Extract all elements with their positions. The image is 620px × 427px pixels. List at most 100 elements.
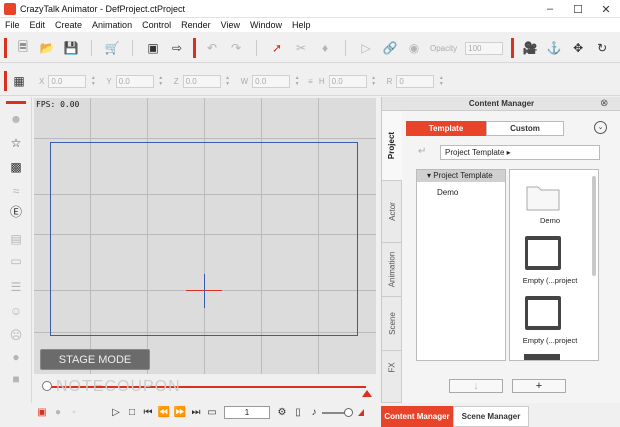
frame-input[interactable]: 1	[224, 406, 270, 419]
volume-small-icon[interactable]: ●	[50, 405, 66, 421]
move-icon[interactable]: ✥	[570, 40, 586, 56]
w-input[interactable]: 0.0	[252, 74, 291, 88]
menu-view[interactable]: View	[216, 18, 245, 32]
menu-edit[interactable]: Edit	[25, 18, 51, 32]
tab-content-manager[interactable]: Content Manager	[381, 406, 453, 427]
anchor-icon[interactable]: ⚓	[546, 40, 562, 56]
x-input[interactable]: 0.0	[48, 74, 87, 88]
settings-gear-icon[interactable]: ⚙	[274, 405, 290, 421]
tab-scene-manager[interactable]: Scene Manager	[453, 406, 529, 427]
add-button[interactable]: +	[512, 379, 566, 393]
next-frame-icon[interactable]: ⏩	[172, 405, 188, 421]
clipboard-icon[interactable]: ▯	[290, 405, 306, 421]
export-icon[interactable]: ⇨	[169, 40, 185, 56]
menu-create[interactable]: Create	[50, 18, 87, 32]
tab-animation[interactable]: Animation	[382, 243, 402, 297]
w-spinner[interactable]: ▲ ▼	[294, 75, 300, 88]
menu-render[interactable]: Render	[176, 18, 216, 32]
rotate-icon[interactable]: ↻	[594, 40, 610, 56]
link-icon[interactable]: 🔗	[382, 40, 398, 56]
toolbar-grip	[6, 101, 26, 104]
menu-file[interactable]: File	[0, 18, 25, 32]
stage-viewport[interactable]: FPS: 0.00 STAGE MODE	[34, 98, 376, 374]
options-chevron-icon[interactable]: ⌄	[594, 121, 607, 134]
go-end-icon[interactable]: ⏭	[188, 405, 204, 421]
tab-fx[interactable]: FX	[382, 351, 402, 403]
timeline-knob[interactable]	[42, 381, 52, 391]
grid-toggle-icon[interactable]: ▦	[11, 73, 27, 89]
r-spinner[interactable]: ▲ ▼	[438, 75, 444, 88]
sliders-icon[interactable]: ☰	[8, 279, 24, 295]
close-button[interactable]: ✕	[592, 0, 620, 18]
face-icon[interactable]: ☹	[8, 327, 24, 343]
menu-help[interactable]: Help	[287, 18, 316, 32]
undo-icon[interactable]: ↶	[204, 40, 220, 56]
preview-icon[interactable]: ▣	[145, 40, 161, 56]
sprite-icon[interactable]: ■	[8, 371, 24, 387]
thumb-demo[interactable]	[524, 178, 562, 216]
play-icon[interactable]: ▷	[108, 405, 124, 421]
go-start-icon[interactable]: ⏮	[140, 405, 156, 421]
scene-icon[interactable]: ▩	[8, 159, 24, 175]
y-spinner[interactable]: ▲ ▼	[158, 75, 164, 88]
thumbnail-scrollbar[interactable]	[592, 176, 596, 276]
z-input[interactable]: 0.0	[182, 74, 221, 88]
prev-frame-icon[interactable]: ⏪	[156, 405, 172, 421]
flip-icon[interactable]: ▷	[358, 40, 374, 56]
menu-control[interactable]: Control	[137, 18, 176, 32]
select-arrow-icon[interactable]: ➚	[269, 40, 285, 56]
layer-icon[interactable]: ▭	[8, 253, 24, 269]
content-manager-title: Content Manager	[382, 97, 620, 111]
new-file-icon[interactable]: 🗏	[15, 40, 31, 56]
h-spinner[interactable]: ▲ ▼	[371, 75, 377, 88]
h-input[interactable]: 0.0	[328, 74, 367, 88]
group-icon[interactable]: ♦	[317, 40, 333, 56]
breadcrumb[interactable]: Project Template ▸	[440, 145, 600, 160]
motion-icon[interactable]: ≈	[8, 183, 24, 199]
scissors-icon[interactable]: ✂	[293, 40, 309, 56]
apply-down-button[interactable]: ↓	[449, 379, 503, 393]
music-note-icon[interactable]: ♪	[306, 405, 322, 421]
tab-custom[interactable]: Custom	[486, 121, 564, 136]
maximize-button[interactable]: ☐	[564, 0, 592, 18]
loop-icon[interactable]: ▭	[204, 405, 220, 421]
timeline-icon[interactable]: ▤	[8, 231, 24, 247]
menu-animation[interactable]: Animation	[87, 18, 137, 32]
save-icon[interactable]: 💾	[63, 40, 79, 56]
stage-mode-button[interactable]: STAGE MODE	[40, 349, 150, 370]
camera-icon[interactable]: 🎥	[522, 40, 538, 56]
stop-icon[interactable]: □	[124, 405, 140, 421]
tab-actor[interactable]: Actor	[382, 181, 402, 243]
tree-root[interactable]: ▾ Project Template	[417, 170, 505, 182]
z-spinner[interactable]: ▲ ▼	[225, 75, 231, 88]
opacity-input[interactable]: 100	[465, 41, 504, 55]
lock-ratio-icon[interactable]: ≡	[308, 77, 313, 86]
panel-close-icon[interactable]: ⊗	[600, 98, 608, 109]
thumb-empty-project[interactable]	[524, 234, 562, 272]
store-cart-icon[interactable]: 🛒	[104, 40, 120, 56]
thumb-empty-project[interactable]	[524, 294, 562, 332]
tab-project[interactable]: Project	[382, 111, 402, 181]
back-arrow-icon[interactable]: ↵	[418, 146, 426, 157]
talk-icon[interactable]: Ⓔ	[8, 203, 24, 219]
puppet-icon[interactable]: ☺	[8, 303, 24, 319]
volume-knob[interactable]	[344, 407, 353, 417]
speed-icon[interactable]: ◦	[66, 405, 82, 421]
actor-add-icon[interactable]: ☆	[8, 135, 24, 151]
visibility-icon[interactable]: ◉	[406, 40, 422, 56]
record-icon[interactable]: ▣	[34, 405, 50, 421]
end-marker-icon[interactable]	[362, 390, 372, 397]
tree-item-demo[interactable]: Demo	[437, 188, 458, 197]
minimize-button[interactable]: –	[536, 0, 564, 18]
volume-slider[interactable]	[322, 407, 353, 417]
character-icon[interactable]: ☻	[8, 111, 24, 127]
menu-window[interactable]: Window	[245, 18, 287, 32]
open-folder-icon[interactable]: 📂	[39, 40, 55, 56]
y-input[interactable]: 0.0	[115, 74, 154, 88]
r-input[interactable]: 0	[396, 74, 435, 88]
tab-template[interactable]: Template	[406, 121, 486, 136]
body-icon[interactable]: ●	[8, 349, 24, 365]
redo-icon[interactable]: ↷	[228, 40, 244, 56]
x-spinner[interactable]: ▲ ▼	[90, 75, 96, 88]
tab-scene[interactable]: Scene	[382, 297, 402, 351]
